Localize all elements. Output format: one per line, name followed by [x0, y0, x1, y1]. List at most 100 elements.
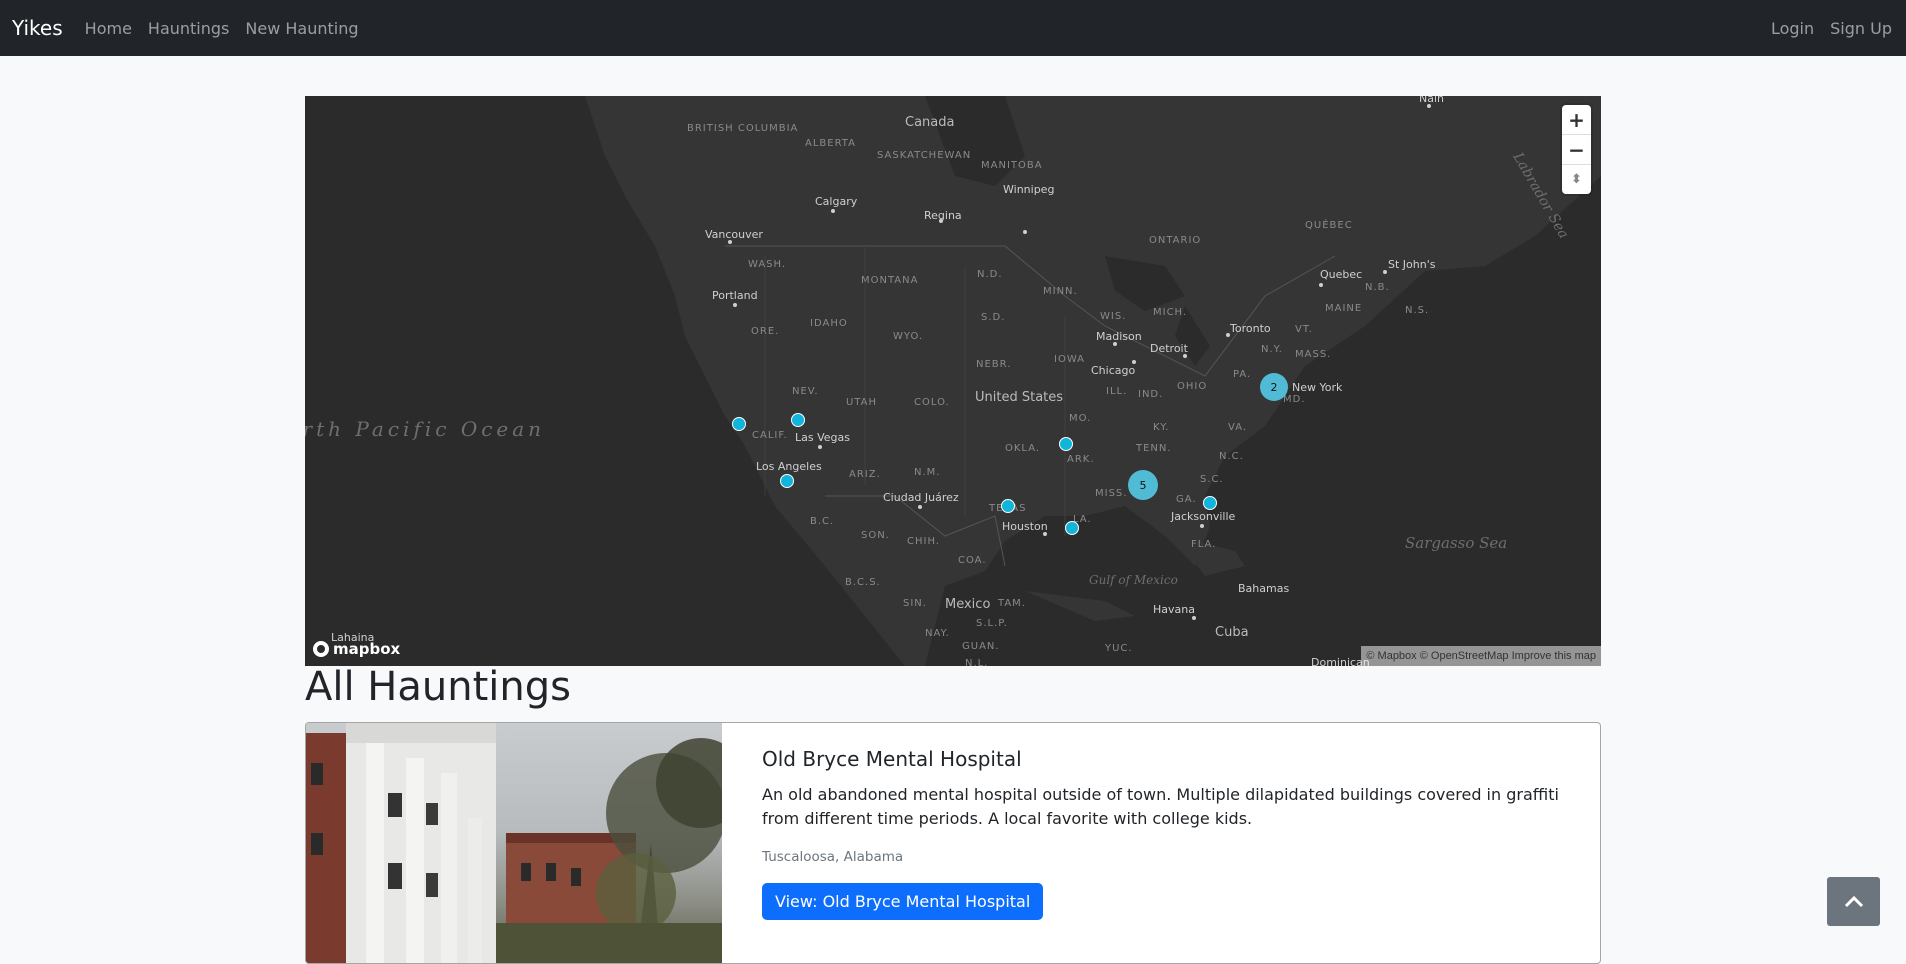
svg-text:Sargasso Sea: Sargasso Sea: [1405, 534, 1507, 552]
haunting-location: Tuscaloosa, Alabama: [762, 849, 904, 865]
svg-text:B.C.: B.C.: [810, 516, 834, 527]
svg-text:WASH.: WASH.: [748, 259, 786, 270]
scroll-top-button[interactable]: [1827, 877, 1880, 926]
haunting-marker[interactable]: [732, 417, 746, 431]
svg-text:ILL.: ILL.: [1106, 386, 1127, 397]
attribution-mapbox-link[interactable]: © Mapbox: [1366, 650, 1416, 662]
svg-text:WYO.: WYO.: [893, 331, 923, 342]
svg-text:VT.: VT.: [1295, 324, 1313, 335]
nav-new-haunting[interactable]: New Haunting: [245, 19, 358, 38]
svg-text:UTAH: UTAH: [846, 397, 877, 408]
mapbox-logo[interactable]: mapbox: [313, 640, 400, 658]
nav-home[interactable]: Home: [85, 19, 132, 38]
nav-right: Login Sign Up: [1755, 0, 1906, 56]
compass-icon[interactable]: ⬍: [1562, 165, 1591, 194]
svg-text:SIN.: SIN.: [903, 598, 927, 609]
svg-text:SON.: SON.: [861, 530, 890, 541]
svg-text:NEBR.: NEBR.: [976, 359, 1011, 370]
nav-login[interactable]: Login: [1771, 19, 1814, 38]
cluster-map[interactable]: Canada United States Mexico Cuba BRITISH…: [305, 96, 1601, 666]
svg-text:GUAN.: GUAN.: [962, 641, 1000, 652]
svg-text:Mexico: Mexico: [945, 597, 990, 612]
navbar: Yikes Home Hauntings New Haunting Login …: [0, 0, 1906, 56]
svg-text:SASKATCHEWAN: SASKATCHEWAN: [877, 150, 971, 161]
haunting-marker[interactable]: [1001, 499, 1015, 513]
haunting-marker[interactable]: [780, 474, 794, 488]
svg-text:S.D.: S.D.: [981, 312, 1005, 323]
svg-text:CALIF.: CALIF.: [752, 430, 788, 441]
mapbox-logo-icon: [313, 641, 329, 657]
svg-text:KY.: KY.: [1153, 422, 1169, 433]
haunting-title: Old Bryce Mental Hospital: [762, 747, 1022, 771]
svg-text:Quebec: Quebec: [1320, 268, 1362, 281]
attribution-osm-link[interactable]: © OpenStreetMap: [1420, 650, 1509, 662]
haunting-marker[interactable]: [791, 413, 805, 427]
svg-text:PA.: PA.: [1233, 369, 1251, 380]
cluster-marker[interactable]: 2: [1260, 373, 1288, 401]
svg-text:GA.: GA.: [1176, 494, 1197, 505]
svg-text:MD.: MD.: [1283, 394, 1306, 405]
svg-text:Houston: Houston: [1002, 520, 1048, 533]
svg-text:ARK.: ARK.: [1067, 454, 1095, 465]
nav-signup[interactable]: Sign Up: [1830, 19, 1892, 38]
svg-text:New York: New York: [1292, 381, 1343, 394]
svg-text:COLO.: COLO.: [914, 397, 950, 408]
zoom-out-button[interactable]: −: [1562, 135, 1591, 165]
svg-text:COA.: COA.: [958, 555, 987, 566]
svg-text:N.M.: N.M.: [914, 467, 940, 478]
map-basemap: Canada United States Mexico Cuba BRITISH…: [305, 96, 1601, 666]
svg-text:ALBERTA: ALBERTA: [805, 138, 856, 149]
svg-text:MASS.: MASS.: [1295, 349, 1331, 360]
svg-text:Los Angeles: Los Angeles: [756, 460, 822, 473]
haunting-marker[interactable]: [1059, 437, 1073, 451]
building-photo: [306, 723, 722, 963]
brand-link[interactable]: Yikes: [12, 16, 63, 40]
svg-text:TENN.: TENN.: [1135, 443, 1172, 454]
svg-text:North Pacific Ocean: North Pacific Ocean: [305, 417, 545, 441]
svg-text:Chicago: Chicago: [1091, 364, 1135, 377]
svg-text:MINN.: MINN.: [1043, 286, 1078, 297]
attribution-improve-link[interactable]: Improve this map: [1512, 650, 1596, 662]
map-navigation-control: + − ⬍: [1562, 105, 1591, 194]
svg-text:Nain: Nain: [1419, 96, 1444, 105]
svg-text:WIS.: WIS.: [1100, 311, 1126, 322]
svg-text:CHIH.: CHIH.: [907, 536, 940, 547]
svg-text:OHIO: OHIO: [1177, 381, 1207, 392]
svg-text:Vancouver: Vancouver: [705, 228, 763, 241]
svg-text:N.S.: N.S.: [1405, 305, 1429, 316]
svg-text:N.C.: N.C.: [1219, 451, 1244, 462]
cluster-marker[interactable]: 5: [1128, 470, 1158, 500]
svg-text:St John's: St John's: [1388, 258, 1436, 271]
svg-text:Toronto: Toronto: [1229, 322, 1271, 335]
svg-text:ORE.: ORE.: [751, 326, 779, 337]
svg-text:QUÉBEC: QUÉBEC: [1305, 218, 1353, 231]
haunting-marker[interactable]: [1203, 496, 1217, 510]
haunting-description: An old abandoned mental hospital outside…: [762, 785, 1559, 828]
svg-text:Winnipeg: Winnipeg: [1003, 183, 1054, 196]
nav-hauntings[interactable]: Hauntings: [148, 19, 229, 38]
mapbox-logo-text: mapbox: [333, 640, 401, 658]
svg-text:S.C.: S.C.: [1200, 474, 1224, 485]
svg-text:Regina: Regina: [924, 209, 962, 222]
svg-text:ONTARIO: ONTARIO: [1149, 235, 1201, 246]
zoom-in-button[interactable]: +: [1562, 105, 1591, 135]
svg-text:Madison: Madison: [1096, 330, 1142, 343]
svg-text:Havana: Havana: [1153, 603, 1195, 616]
svg-text:IDAHO: IDAHO: [810, 318, 848, 329]
chevron-up-icon: [1844, 895, 1863, 907]
svg-text:MO.: MO.: [1069, 413, 1091, 424]
haunting-image: [306, 723, 722, 963]
svg-text:VA.: VA.: [1228, 422, 1247, 433]
svg-text:IOWA: IOWA: [1054, 354, 1085, 365]
haunting-card-body: Old Bryce Mental Hospital An old abandon…: [762, 747, 1562, 920]
svg-text:Ciudad Juárez: Ciudad Juárez: [883, 491, 959, 504]
haunting-marker[interactable]: [1065, 521, 1079, 535]
svg-text:Calgary: Calgary: [815, 195, 858, 208]
svg-text:Jacksonville: Jacksonville: [1170, 510, 1236, 523]
svg-text:YUC.: YUC.: [1104, 643, 1133, 654]
svg-text:BRITISH COLUMBIA: BRITISH COLUMBIA: [687, 123, 798, 134]
svg-text:N.B.: N.B.: [1365, 282, 1390, 293]
view-haunting-button[interactable]: View: Old Bryce Mental Hospital: [762, 883, 1044, 920]
svg-text:OKLA.: OKLA.: [1005, 443, 1040, 454]
svg-text:ARIZ.: ARIZ.: [849, 469, 881, 480]
